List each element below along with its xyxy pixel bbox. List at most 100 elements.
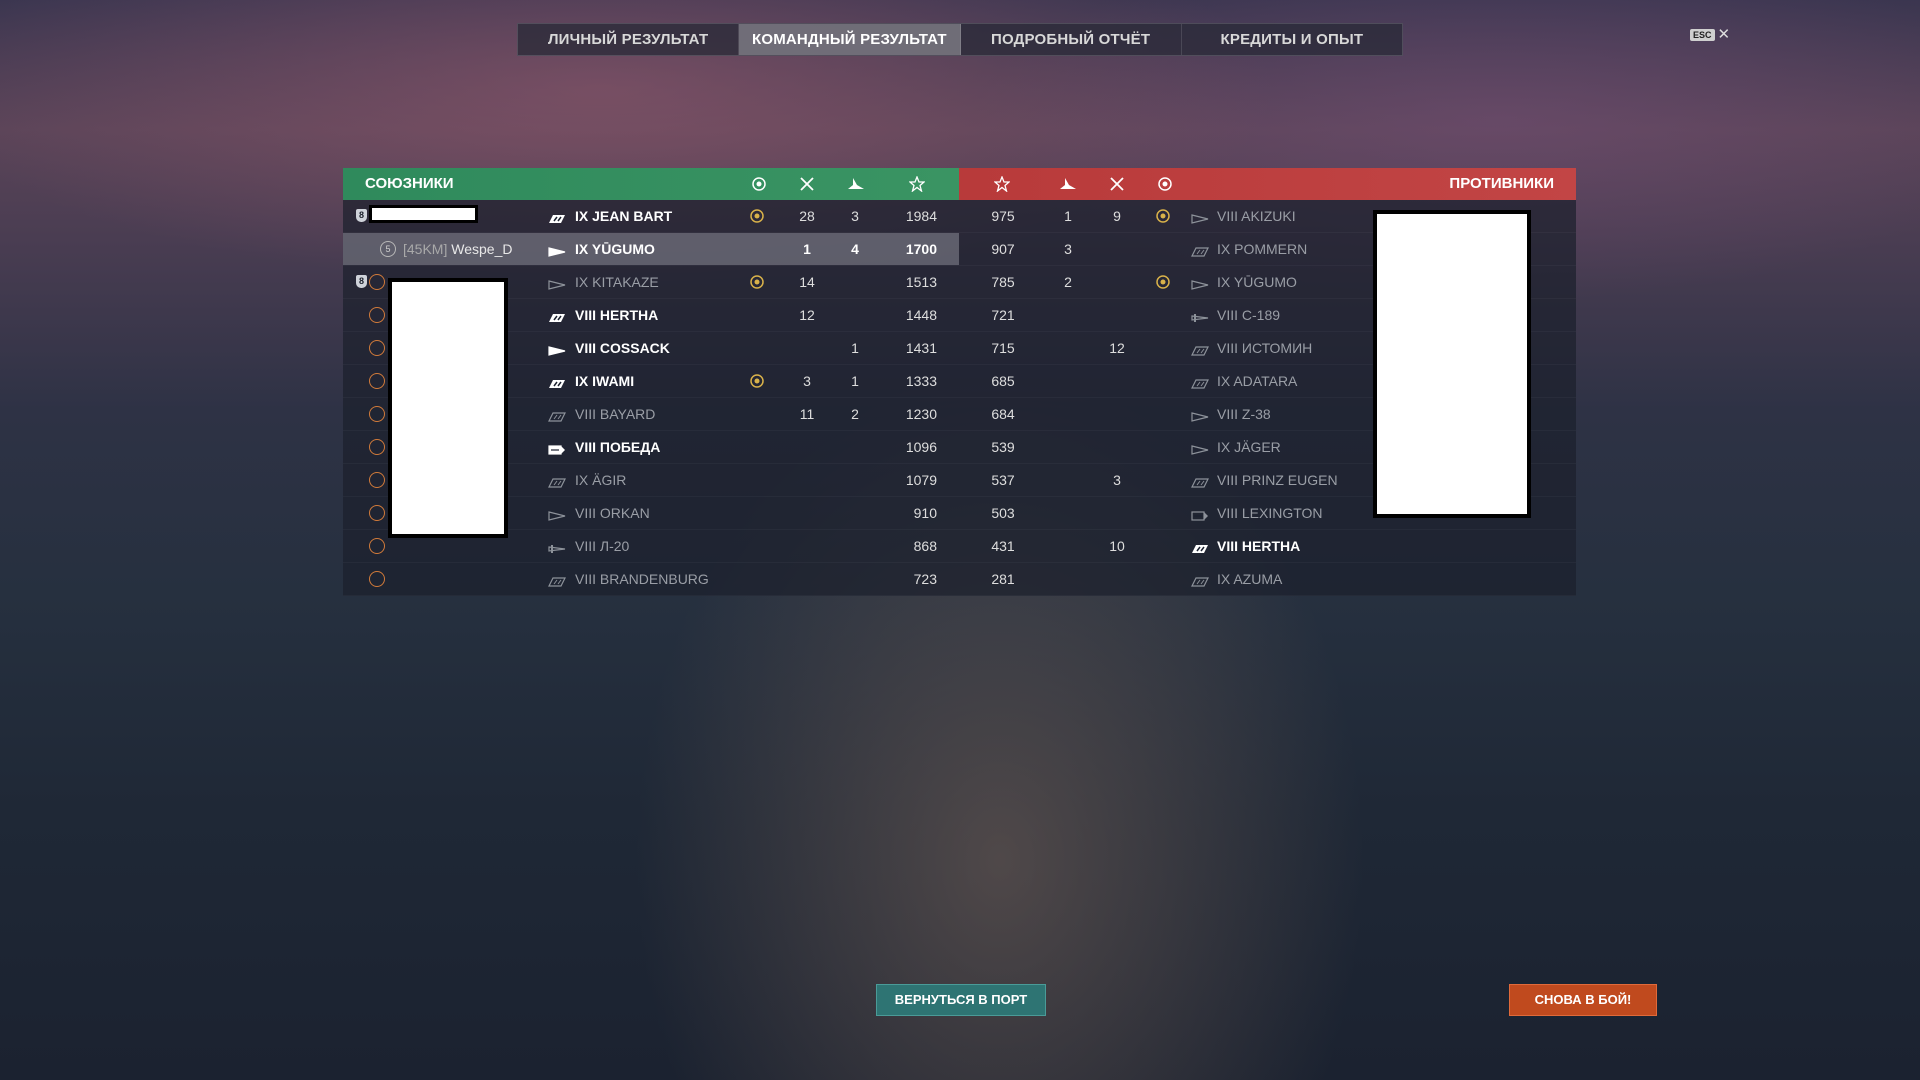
service-level-icon bbox=[369, 439, 385, 455]
ship-name: VIII ORKAN bbox=[575, 505, 650, 521]
ship-name: VIII AKIZUKI bbox=[1217, 208, 1296, 224]
planes-value: 2 bbox=[851, 406, 859, 422]
planes-value bbox=[1048, 398, 1088, 430]
score-value: 1513 bbox=[905, 274, 937, 290]
tab-detailed-report[interactable]: ПОДРОБНЫЙ ОТЧЁТ bbox=[961, 24, 1182, 55]
team-results-table: СОЮЗНИКИ ПРОТИВНИКИ 8 IX JEAN BART 28 3 … bbox=[343, 168, 1576, 596]
planes-column-icon bbox=[1057, 174, 1079, 194]
table-header: СОЮЗНИКИ ПРОТИВНИКИ bbox=[343, 168, 1576, 200]
ship-class-icon bbox=[1191, 211, 1209, 224]
ally-row[interactable]: VIII BRANDENBURG 723 bbox=[343, 563, 959, 595]
kills-value bbox=[1097, 233, 1137, 265]
planes-value bbox=[835, 464, 875, 496]
score-value: 1096 bbox=[905, 439, 937, 455]
battle-again-button[interactable]: СНОВА В БОЙ! bbox=[1509, 984, 1657, 1016]
score-value: 537 bbox=[991, 472, 1015, 488]
division-icon: 8 bbox=[356, 209, 367, 222]
ship-name: VIII HERTHA bbox=[575, 307, 659, 323]
ship-class-icon bbox=[548, 508, 566, 521]
kills-value bbox=[787, 464, 827, 496]
ship-class-icon bbox=[548, 376, 566, 388]
close-button[interactable]: ESC ✕ bbox=[1690, 27, 1730, 42]
ship-class-icon bbox=[548, 409, 566, 422]
kills-value bbox=[1097, 266, 1137, 298]
score-column-icon bbox=[906, 174, 928, 194]
enemy-row[interactable]: 431 10 VIII HERTHA bbox=[959, 530, 1576, 562]
score-value: 907 bbox=[991, 241, 1015, 257]
service-level-icon bbox=[369, 571, 385, 587]
ship-class-icon bbox=[1191, 277, 1209, 290]
ship-name: IX POMMERN bbox=[1217, 241, 1308, 257]
kills-column-icon bbox=[796, 174, 818, 194]
ship-name: IX AZUMA bbox=[1217, 571, 1283, 587]
service-level-icon bbox=[369, 373, 385, 389]
ship-name: VIII LEXINGTON bbox=[1217, 505, 1323, 521]
score-value: 910 bbox=[913, 505, 937, 521]
score-value: 503 bbox=[991, 505, 1015, 521]
service-level-icon bbox=[369, 274, 385, 290]
medal-icon bbox=[1155, 274, 1173, 289]
ship-name: VIII BAYARD bbox=[575, 406, 656, 422]
ship-class-icon bbox=[548, 244, 566, 257]
kills-value bbox=[787, 431, 827, 463]
tab-team-result[interactable]: КОМАНДНЫЙ РЕЗУЛЬТАТ bbox=[739, 24, 961, 55]
planes-value: 1 bbox=[851, 340, 859, 356]
planes-value bbox=[835, 563, 875, 595]
ship-name: IX KITAKAZE bbox=[575, 274, 659, 290]
score-value: 1333 bbox=[905, 373, 937, 389]
medal-icon bbox=[749, 373, 767, 388]
kills-value: 12 bbox=[799, 307, 815, 323]
kills-value bbox=[1097, 398, 1137, 430]
planes-value bbox=[1048, 332, 1088, 364]
return-to-port-button[interactable]: ВЕРНУТЬСЯ В ПОРТ bbox=[876, 984, 1046, 1016]
player-name: [45KM] Wespe_D bbox=[403, 233, 512, 265]
ship-class-icon bbox=[548, 211, 566, 223]
kills-value: 9 bbox=[1113, 208, 1121, 224]
ally-row[interactable]: 5 [45KM] Wespe_D IX YŪGUMO 1 4 1700 bbox=[343, 233, 959, 265]
service-level-icon bbox=[369, 505, 385, 521]
tab-credits-xp[interactable]: КРЕДИТЫ И ОПЫТ bbox=[1182, 24, 1402, 55]
planes-value bbox=[835, 299, 875, 331]
ship-name: VIII ИСТОМИН bbox=[1217, 340, 1313, 356]
kills-value: 10 bbox=[1109, 538, 1125, 554]
ship-class-icon bbox=[548, 343, 566, 356]
ship-name: IX YŪGUMO bbox=[575, 241, 655, 257]
score-value: 1448 bbox=[905, 307, 937, 323]
kills-value: 12 bbox=[1109, 340, 1125, 356]
kills-value bbox=[1097, 365, 1137, 397]
esc-key-icon: ESC bbox=[1690, 28, 1715, 41]
table-row: VIII BRANDENBURG 723 281 IX AZUMA bbox=[343, 563, 1576, 596]
ship-class-icon bbox=[548, 574, 566, 587]
planes-value: 4 bbox=[851, 241, 859, 257]
planes-value: 3 bbox=[1064, 241, 1072, 257]
kills-value bbox=[787, 530, 827, 562]
service-level-icon bbox=[369, 538, 385, 554]
kills-value: 3 bbox=[803, 373, 811, 389]
planes-value bbox=[1048, 563, 1088, 595]
ship-name: IX IWAMI bbox=[575, 373, 635, 389]
planes-value bbox=[835, 431, 875, 463]
ship-class-icon bbox=[1191, 508, 1209, 521]
result-tabs: ЛИЧНЫЙ РЕЗУЛЬТАТ КОМАНДНЫЙ РЕЗУЛЬТАТ ПОД… bbox=[517, 23, 1403, 56]
planes-value bbox=[1048, 464, 1088, 496]
kills-value bbox=[1097, 431, 1137, 463]
enemy-row[interactable]: 281 IX AZUMA bbox=[959, 563, 1576, 595]
ship-class-icon bbox=[1191, 574, 1209, 587]
score-value: 685 bbox=[991, 373, 1015, 389]
kills-value bbox=[787, 332, 827, 364]
planes-value: 3 bbox=[851, 208, 859, 224]
ship-class-icon bbox=[1191, 409, 1209, 422]
medal-icon bbox=[749, 274, 767, 289]
planes-value: 2 bbox=[1064, 274, 1072, 290]
kills-value: 3 bbox=[1113, 472, 1121, 488]
ship-class-icon bbox=[1191, 475, 1209, 488]
ship-name: VIII Z-38 bbox=[1217, 406, 1271, 422]
score-value: 1431 bbox=[905, 340, 937, 356]
kills-value bbox=[1097, 563, 1137, 595]
planes-value bbox=[1048, 497, 1088, 529]
ship-name: VIII Л-20 bbox=[575, 538, 630, 554]
tab-personal-result[interactable]: ЛИЧНЫЙ РЕЗУЛЬТАТ bbox=[518, 24, 740, 55]
ship-class-icon bbox=[1191, 376, 1209, 389]
medal-column-icon bbox=[748, 174, 770, 194]
service-level-icon bbox=[369, 307, 385, 323]
